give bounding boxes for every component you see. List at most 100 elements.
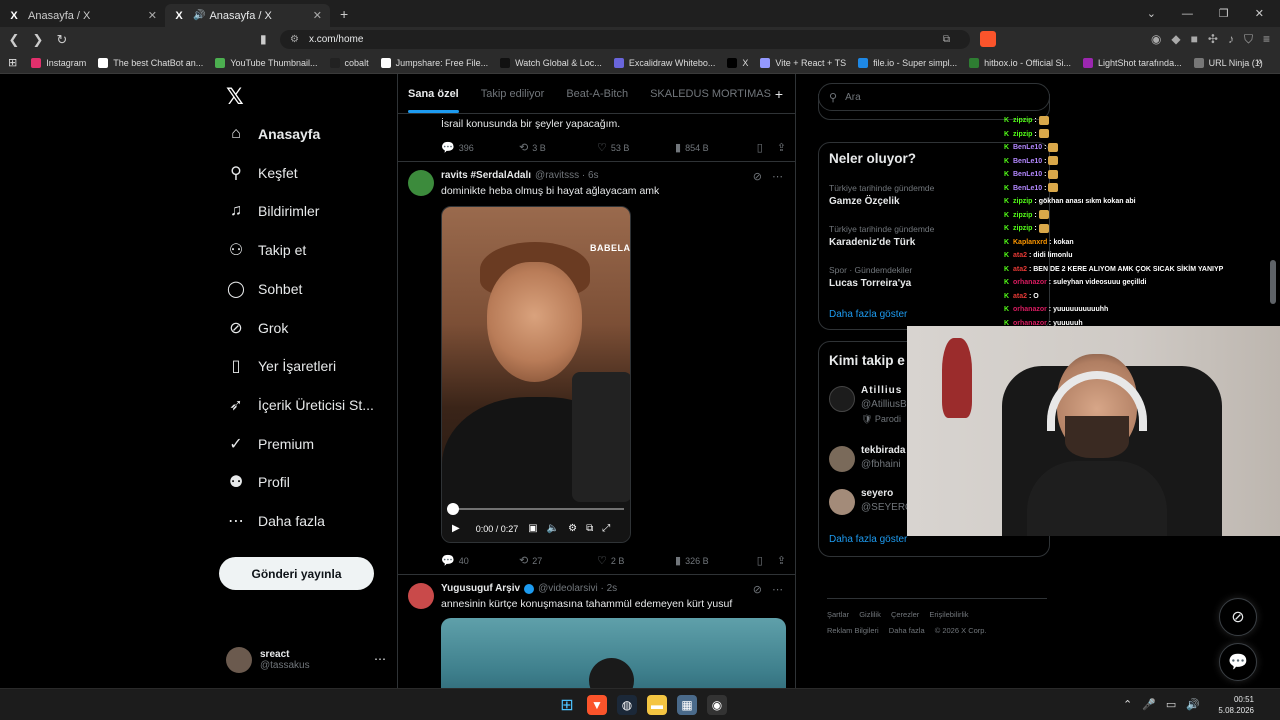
avatar[interactable]: [829, 489, 855, 515]
bookmark-item[interactable]: Instagram: [31, 57, 86, 68]
bookmark-item[interactable]: X: [727, 57, 748, 68]
author-handle[interactable]: @ravitsss · 6s: [535, 170, 599, 181]
like-button[interactable]: ♡ 2 B: [597, 554, 675, 567]
apps-grid-icon[interactable]: ⊞: [8, 56, 17, 69]
vpn-icon[interactable]: ⛉: [1244, 32, 1253, 47]
bookmark-icon[interactable]: ▯: [757, 554, 763, 567]
nav-item-chat[interactable]: ◯ Sohbet: [226, 277, 302, 301]
page-scrollbar[interactable]: [1270, 260, 1276, 304]
video-player[interactable]: [441, 618, 786, 688]
repost-button[interactable]: ⟲ 27: [519, 554, 597, 567]
footer-link[interactable]: Daha fazla: [889, 626, 925, 635]
url-field[interactable]: ⚙ x.com/home ⧉: [280, 30, 970, 49]
bookmark-item[interactable]: URL Ninja (1): [1193, 57, 1263, 68]
fullscreen-icon[interactable]: ⤢: [602, 523, 610, 534]
share-icon[interactable]: ⇪: [777, 141, 786, 154]
more-dots-icon[interactable]: ⋯: [374, 652, 386, 666]
nav-item-grok[interactable]: ⊘ Grok: [226, 316, 288, 340]
close-window-icon[interactable]: ✕: [1255, 7, 1264, 20]
pip-icon[interactable]: ⧉: [586, 523, 593, 534]
extension-icon[interactable]: ◉: [1151, 32, 1161, 47]
maximize-icon[interactable]: ❐: [1219, 7, 1229, 20]
minimize-icon[interactable]: —: [1182, 8, 1193, 20]
browser-tab-1[interactable]: X Anasayfa / X ✕: [0, 4, 165, 27]
brave-shield-icon[interactable]: [980, 31, 996, 47]
settings-icon[interactable]: ⚙: [568, 523, 577, 534]
reply-button[interactable]: 💬 396: [441, 141, 519, 154]
like-button[interactable]: ♡ 53 B: [597, 141, 675, 154]
author-handle[interactable]: @videolarsivi · 2s: [538, 583, 617, 594]
repost-button[interactable]: ⟲ 3 B: [519, 141, 597, 154]
bookmark-item[interactable]: cobalt: [329, 57, 369, 68]
show-more-link[interactable]: Daha fazla göster: [829, 309, 907, 320]
music-icon[interactable]: ♪: [1228, 32, 1234, 47]
bookmark-icon[interactable]: ▯: [757, 141, 763, 154]
account-switcher[interactable]: sreact @tassakus ⋯: [226, 644, 386, 676]
avatar[interactable]: [408, 170, 434, 196]
tab-search-icon[interactable]: ⌄: [1147, 7, 1156, 20]
new-tab-icon[interactable]: +: [340, 6, 348, 22]
footer-link[interactable]: Şartlar: [827, 610, 849, 619]
video-scrubber[interactable]: [447, 503, 459, 515]
show-more-link[interactable]: Daha fazla göster: [829, 534, 907, 545]
bookmarks-overflow-icon[interactable]: »: [1256, 56, 1262, 68]
avatar[interactable]: [408, 583, 434, 609]
browser-tab-2[interactable]: X 🔊 Anasayfa / X ✕: [165, 4, 330, 27]
tab-following[interactable]: Takip ediliyor: [481, 88, 545, 100]
back-icon[interactable]: ❮: [4, 32, 24, 48]
nav-item-search[interactable]: ⚲ Keşfet: [226, 161, 298, 185]
footer-link[interactable]: Gizlilik: [859, 610, 881, 619]
puzzle-icon[interactable]: ✣: [1208, 32, 1218, 47]
clock[interactable]: 00:51 5.08.2026: [1218, 694, 1254, 716]
trend-item[interactable]: Gamze Özçelik: [829, 196, 900, 207]
extension-icon[interactable]: ■: [1191, 32, 1198, 47]
windows-start-icon[interactable]: ⊞: [557, 695, 577, 715]
footer-link[interactable]: Erişilebilirlik: [929, 610, 968, 619]
obs-icon[interactable]: ◉: [707, 695, 727, 715]
forward-icon[interactable]: ❯: [28, 32, 48, 48]
views-button[interactable]: ▮ 326 B: [675, 554, 753, 567]
bookmark-item[interactable]: YouTube Thumbnail...: [215, 57, 318, 68]
share-icon[interactable]: ⇪: [777, 554, 786, 567]
reply-button[interactable]: 💬 40: [441, 554, 519, 567]
nav-item-rocket[interactable]: ➶ İçerik Üreticisi St...: [226, 393, 374, 417]
speaker-icon[interactable]: 🔊: [193, 10, 205, 21]
tab-list-1[interactable]: Beat-A-Bitch: [566, 88, 628, 100]
more-dots-icon[interactable]: ⋯: [772, 583, 783, 596]
nav-item-bell[interactable]: ♫ Bildirimler: [226, 199, 319, 223]
nav-item-more[interactable]: ⋯ Daha fazla: [226, 509, 325, 533]
play-icon[interactable]: ▶: [452, 523, 460, 534]
app-icon[interactable]: ▦: [677, 695, 697, 715]
tray-chevron-icon[interactable]: ⌃: [1123, 698, 1132, 711]
monitor-icon[interactable]: ▭: [1166, 698, 1176, 711]
bookmark-item[interactable]: Watch Global & Loc...: [500, 57, 602, 68]
captions-icon[interactable]: ▣: [528, 523, 537, 534]
bookmark-item[interactable]: The best ChatBot an...: [98, 57, 203, 68]
trend-item[interactable]: Karadeniz'de Türk: [829, 237, 915, 248]
reload-icon[interactable]: ↻: [52, 32, 72, 48]
close-tab-icon[interactable]: ✕: [148, 9, 157, 22]
footer-link[interactable]: Reklam Bilgileri: [827, 626, 879, 635]
menu-icon[interactable]: ≡: [1263, 32, 1270, 47]
close-tab-icon[interactable]: ✕: [313, 9, 322, 22]
messages-fab-button[interactable]: 💬: [1219, 643, 1257, 681]
nav-item-profile[interactable]: ⚉ Profil: [226, 470, 290, 494]
nav-item-home[interactable]: ⌂ Anasayfa: [226, 122, 320, 146]
x-logo-icon[interactable]: 𝕏: [226, 84, 244, 110]
tab-list-2[interactable]: SKALEDUS MORTIMAS: [650, 88, 771, 100]
bookmark-item[interactable]: Jumpshare: Free File...: [380, 57, 488, 68]
bookmark-item[interactable]: file.io - Super simpl...: [858, 57, 957, 68]
volume-icon[interactable]: 🔈: [547, 523, 559, 534]
video-player[interactable]: BABELA ▶ 0:00 / 0:27 ▣ 🔈 ⚙ ⧉ ⤢: [441, 206, 631, 543]
mic-icon[interactable]: 🎤: [1142, 698, 1156, 711]
follow-name[interactable]: Atillius: [861, 385, 902, 396]
follow-name[interactable]: seyero: [861, 488, 893, 499]
brave-icon[interactable]: ▼: [587, 695, 607, 715]
grok-icon[interactable]: ⊘: [753, 583, 762, 596]
grok-fab-button[interactable]: ⊘: [1219, 598, 1257, 636]
post-button[interactable]: Gönderi yayınla: [219, 557, 374, 590]
author-name[interactable]: ravits #SerdalAdalı: [441, 170, 531, 181]
add-tab-icon[interactable]: +: [775, 86, 783, 102]
tab-for-you[interactable]: Sana özel: [408, 88, 459, 113]
author-name[interactable]: Yugusuguf Arşiv: [441, 583, 520, 594]
